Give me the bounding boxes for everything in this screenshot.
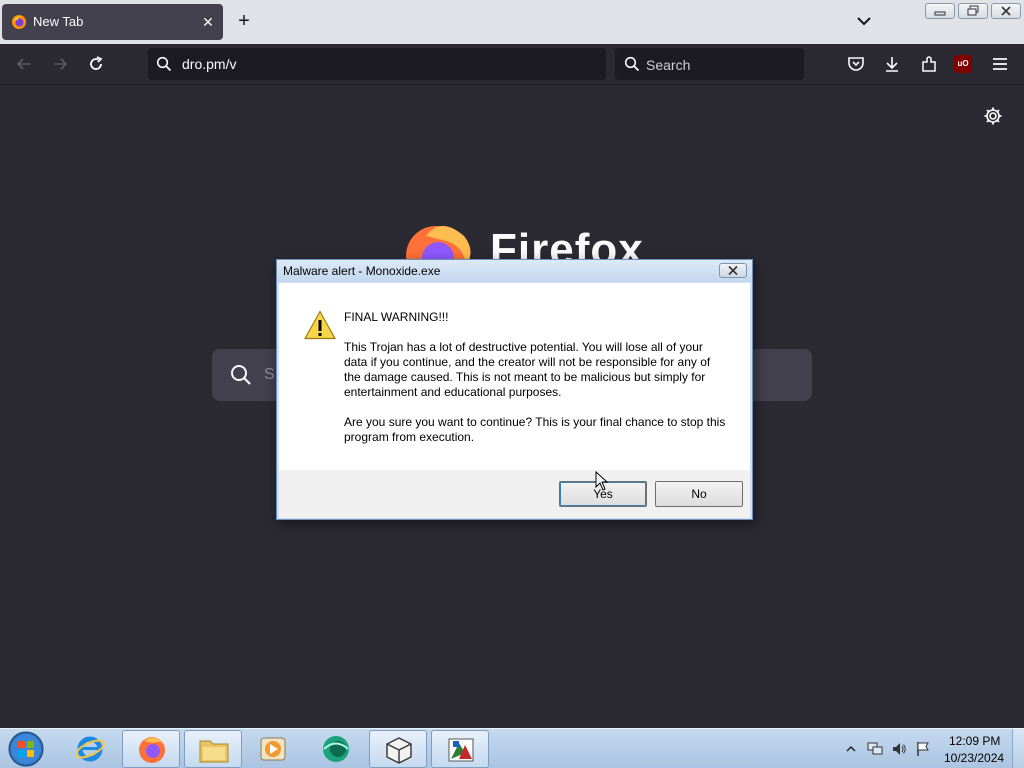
dialog-body: FINAL WARNING!!! This Trojan has a lot o…: [279, 283, 750, 470]
address-bar[interactable]: dro.pm/v: [148, 48, 606, 80]
taskbar-firefox[interactable]: [122, 730, 180, 768]
extensions-puzzle-icon[interactable]: [919, 54, 939, 74]
reload-icon[interactable]: [86, 54, 106, 74]
taskbar-media-player[interactable]: [244, 730, 302, 768]
network-icon[interactable]: [867, 741, 883, 757]
search-icon: [624, 56, 640, 72]
tab-close-icon[interactable]: ✕: [198, 12, 218, 32]
warning-triangle-icon: [304, 310, 336, 340]
dialog-message-paragraph: This Trojan has a lot of destructive pot…: [344, 340, 711, 399]
gear-icon[interactable]: [983, 106, 1003, 126]
address-bar-value: dro.pm/v: [182, 56, 237, 72]
download-icon[interactable]: [882, 54, 902, 74]
taskbar-paint-app[interactable]: [431, 730, 489, 768]
clock-date[interactable]: 10/23/2024: [944, 751, 1004, 765]
firefox-favicon-icon: [12, 15, 26, 29]
ublock-origin-icon[interactable]: uO: [954, 55, 972, 73]
taskbar-green-app[interactable]: [307, 730, 365, 768]
back-arrow-icon[interactable]: [14, 54, 34, 74]
folder-icon: [199, 740, 229, 763]
forward-arrow-icon[interactable]: [50, 54, 70, 74]
taskbar-internet-explorer[interactable]: [61, 730, 119, 768]
windows-taskbar: 12:09 PM 10/23/2024: [0, 728, 1024, 768]
new-tab-search-placeholder: S: [264, 366, 275, 383]
green-circle-app-icon: [323, 736, 349, 762]
dialog-question-paragraph: Are you sure you want to continue? This …: [344, 415, 726, 444]
volume-icon[interactable]: [891, 741, 907, 757]
close-icon[interactable]: [719, 263, 747, 278]
dialog-titlebar[interactable]: Malware alert - Monoxide.exe: [277, 260, 752, 282]
windows-start-icon[interactable]: [6, 730, 46, 768]
media-player-icon: [260, 737, 286, 761]
search-icon: [231, 365, 251, 385]
dialog-title: Malware alert - Monoxide.exe: [283, 264, 441, 278]
search-icon: [156, 56, 172, 72]
window-restore-button[interactable]: [958, 3, 988, 19]
tab-title: New Tab: [33, 14, 84, 29]
new-tab-button[interactable]: +: [233, 10, 255, 32]
navigation-toolbar: dro.pm/v Search uO: [0, 44, 1024, 85]
malware-alert-dialog: Malware alert - Monoxide.exe FINAL WARNI…: [276, 259, 753, 520]
taskbar-file-explorer[interactable]: [184, 730, 242, 768]
chevron-down-icon[interactable]: [854, 11, 874, 31]
firefox-icon: [139, 737, 165, 763]
show-desktop-button[interactable]: [1012, 729, 1024, 768]
clock-time[interactable]: 12:09 PM: [949, 734, 1000, 748]
dialog-heading: FINAL WARNING!!!: [344, 310, 449, 324]
window-minimize-button[interactable]: [925, 3, 955, 19]
tab-new-tab[interactable]: New Tab ✕: [2, 4, 223, 40]
taskbar-package-app[interactable]: [369, 730, 427, 768]
package-box-icon: [386, 737, 412, 764]
paint-app-icon: [448, 738, 474, 762]
hamburger-menu-icon[interactable]: [990, 54, 1010, 74]
browser-tab-strip: New Tab ✕ +: [0, 0, 1024, 44]
no-button[interactable]: No: [655, 481, 743, 507]
search-bar-placeholder: Search: [646, 57, 691, 73]
show-hidden-icons-icon[interactable]: [843, 741, 859, 757]
internet-explorer-icon: [75, 736, 105, 762]
dialog-button-bar: Yes No: [279, 470, 750, 518]
search-bar[interactable]: Search: [615, 48, 804, 80]
pocket-icon[interactable]: [846, 54, 866, 74]
mouse-cursor-icon: [595, 471, 609, 491]
window-close-button[interactable]: [991, 3, 1021, 19]
action-center-flag-icon[interactable]: [915, 741, 931, 757]
